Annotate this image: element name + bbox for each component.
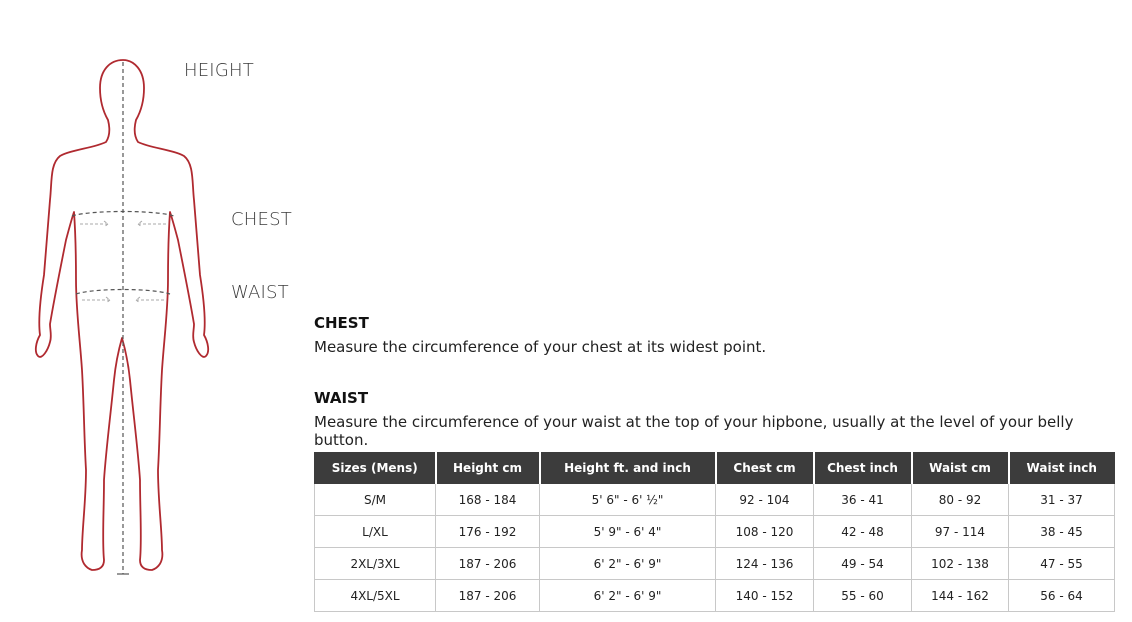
waist-instructions-title: WAIST — [314, 389, 369, 407]
header-chest-cm: Chest cm — [714, 452, 814, 484]
table-row: L/XL 176 - 192 5' 9" - 6' 4" 108 - 120 4… — [314, 515, 1115, 548]
table-cell: 55 - 60 — [813, 579, 912, 612]
header-waist-cm: Waist cm — [910, 452, 1009, 484]
table-cell: 4XL/5XL — [314, 579, 436, 612]
table-cell: 2XL/3XL — [314, 547, 436, 580]
table-cell: S/M — [314, 483, 436, 516]
body-outline — [34, 59, 210, 571]
table-row: 2XL/3XL 187 - 206 6' 2" - 6' 9" 124 - 13… — [314, 547, 1115, 580]
header-height-cm: Height cm — [434, 452, 540, 484]
table-cell: 47 - 55 — [1008, 547, 1115, 580]
chest-instructions-title: CHEST — [314, 314, 369, 332]
table-cell: 56 - 64 — [1008, 579, 1115, 612]
table-cell: L/XL — [314, 515, 436, 548]
table-header-row: Sizes (Mens) Height cm Height ft. and in… — [314, 452, 1115, 484]
waist-instructions-text: Measure the circumference of your waist … — [314, 413, 1074, 449]
table-cell: 97 - 114 — [911, 515, 1009, 548]
table-row: 4XL/5XL 187 - 206 6' 2" - 6' 9" 140 - 15… — [314, 579, 1115, 612]
table-cell: 140 - 152 — [715, 579, 814, 612]
height-label: HEIGHT — [184, 60, 254, 81]
table-cell: 31 - 37 — [1008, 483, 1115, 516]
table-cell: 38 - 45 — [1008, 515, 1115, 548]
chest-instructions-text: Measure the circumference of your chest … — [314, 338, 767, 356]
table-cell: 36 - 41 — [813, 483, 912, 516]
table-cell: 168 - 184 — [435, 483, 540, 516]
table-cell: 124 - 136 — [715, 547, 814, 580]
table-cell: 5' 6" - 6' ½" — [539, 483, 716, 516]
table-cell: 92 - 104 — [715, 483, 814, 516]
waist-arrow-right — [135, 296, 164, 304]
table-cell: 5' 9" - 6' 4" — [539, 515, 716, 548]
table-cell: 144 - 162 — [911, 579, 1009, 612]
size-chart-table: Sizes (Mens) Height cm Height ft. and in… — [314, 452, 1115, 612]
chest-label: CHEST — [231, 209, 292, 230]
table-row: S/M 168 - 184 5' 6" - 6' ½" 92 - 104 36 … — [314, 483, 1115, 516]
waist-instructions: WAIST Measure the circumference of your … — [314, 389, 1132, 449]
table-cell: 49 - 54 — [813, 547, 912, 580]
table-cell: 42 - 48 — [813, 515, 912, 548]
table-cell: 6' 2" - 6' 9" — [539, 579, 716, 612]
table-cell: 108 - 120 — [715, 515, 814, 548]
chest-arrow-left — [80, 220, 109, 228]
header-waist-inch: Waist inch — [1007, 452, 1115, 484]
body-measurement-figure — [34, 59, 210, 575]
chest-instructions: CHEST Measure the circumference of your … — [314, 314, 766, 356]
table-cell: 176 - 192 — [435, 515, 540, 548]
waist-label: WAIST — [231, 282, 289, 303]
header-height-ft-inch: Height ft. and inch — [538, 452, 716, 484]
table-cell: 6' 2" - 6' 9" — [539, 547, 716, 580]
header-chest-inch: Chest inch — [812, 452, 912, 484]
table-cell: 187 - 206 — [435, 547, 540, 580]
header-sizes: Sizes (Mens) — [314, 452, 436, 484]
table-cell: 80 - 92 — [911, 483, 1009, 516]
table-cell: 187 - 206 — [435, 579, 540, 612]
waist-arrow-left — [82, 296, 111, 304]
chest-arrow-right — [137, 220, 166, 228]
table-cell: 102 - 138 — [911, 547, 1009, 580]
